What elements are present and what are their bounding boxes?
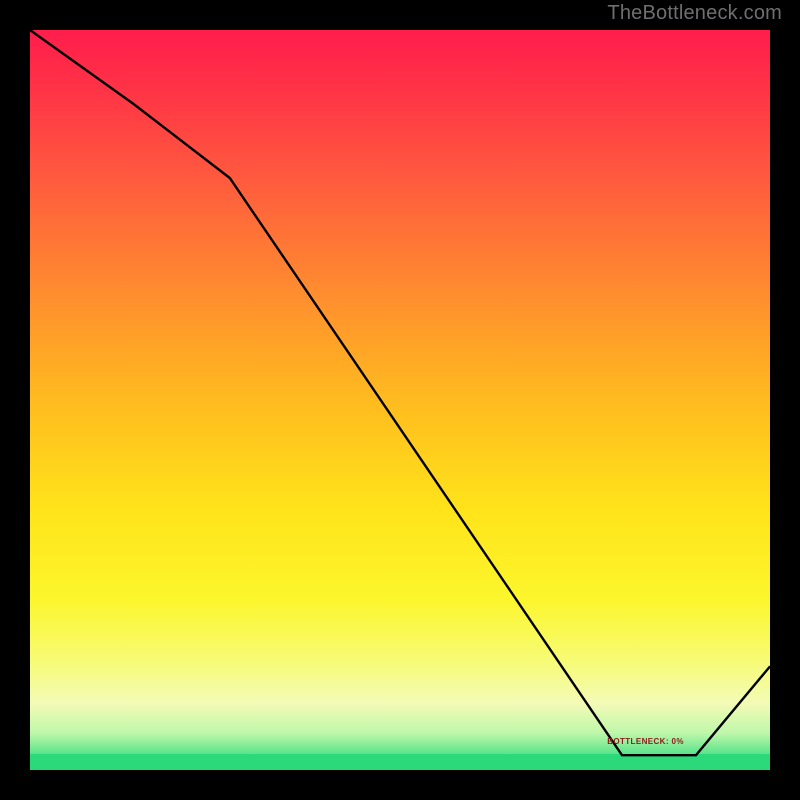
bottleneck-zero-annotation: BOTTLENECK: 0% <box>607 737 684 746</box>
bottleneck-curve <box>30 30 770 755</box>
chart-frame: TheBottleneck.com BOTTLENECK: 0% <box>0 0 800 800</box>
watermark-text: TheBottleneck.com <box>607 2 782 25</box>
plot-area: BOTTLENECK: 0% <box>30 30 770 770</box>
curve-layer <box>30 30 770 770</box>
